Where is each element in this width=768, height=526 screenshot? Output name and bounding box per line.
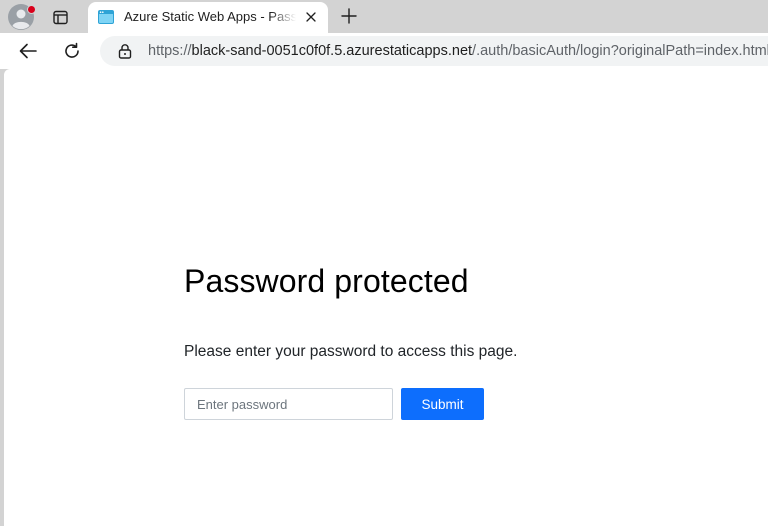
close-icon [306, 12, 316, 22]
page-title: Password protected [184, 263, 469, 299]
url-path: /.auth/basicAuth/login?originalPath=inde… [472, 43, 768, 59]
tab-actions-icon [52, 10, 68, 24]
back-button[interactable] [14, 37, 42, 65]
lock-icon[interactable] [118, 43, 132, 59]
url-scheme: https:// [148, 43, 192, 59]
tab-actions-button[interactable] [47, 5, 73, 29]
notification-dot [27, 5, 36, 14]
close-tab-button[interactable] [302, 8, 320, 26]
new-tab-button[interactable] [336, 4, 362, 28]
url-text: https://black-sand-0051c0f0f.5.azurestat… [148, 43, 768, 59]
tab-title: Azure Static Web Apps - Password protect… [124, 9, 296, 24]
reload-button[interactable] [58, 37, 86, 65]
page-content: Password protected Please enter your pas… [4, 69, 768, 526]
page-description: Please enter your password to access thi… [184, 343, 518, 360]
active-tab[interactable]: Azure Static Web Apps - Password protect… [88, 2, 328, 33]
submit-button[interactable]: Submit [401, 388, 484, 420]
profile-button[interactable] [8, 4, 36, 30]
url-host: black-sand-0051c0f0f.5.azurestaticapps.n… [191, 43, 473, 59]
browser-toolbar: https://black-sand-0051c0f0f.5.azurestat… [0, 33, 768, 69]
tab-strip: Azure Static Web Apps - Password protect… [0, 0, 768, 33]
address-bar[interactable]: https://black-sand-0051c0f0f.5.azurestat… [100, 36, 768, 66]
browser-window-icon [98, 10, 114, 24]
reload-icon [65, 42, 79, 58]
back-arrow-icon [19, 43, 37, 59]
password-input[interactable] [184, 388, 393, 420]
plus-icon [341, 8, 357, 24]
